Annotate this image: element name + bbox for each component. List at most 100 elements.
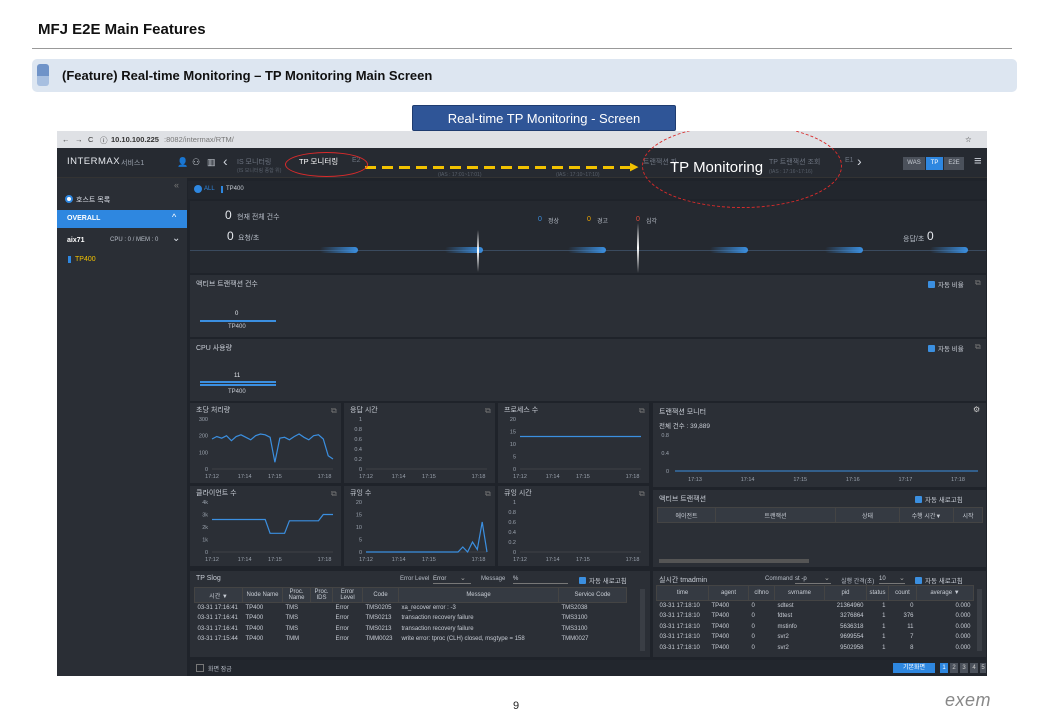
tp-server-item[interactable]: TP400: [75, 256, 96, 263]
col-header[interactable]: Service Code: [558, 587, 627, 603]
auto-refresh-checkbox[interactable]: 자동 새로고침: [579, 575, 627, 585]
default-screen-button[interactable]: 기본화면: [893, 663, 935, 673]
overall-item[interactable]: OVERALL ^: [57, 210, 187, 228]
plug-icon[interactable]: ⚇: [192, 157, 200, 168]
table-row[interactable]: 03-31 17:16:41 TP400 TMS Error TMS0213 transa…: [195, 624, 627, 635]
table-row[interactable]: 03-31 17:18:10 TP400 0 mstinfo 5636318 1 11 0.0…: [657, 622, 974, 633]
url-host[interactable]: 10.10.100.225: [111, 135, 159, 144]
nav-prev-icon[interactable]: ‹: [223, 153, 228, 169]
x-tick-label: 17:15: [576, 557, 590, 563]
table-row[interactable]: 03-31 17:15:44 TP400 TMM Error TMM0023 write …: [195, 634, 627, 645]
table-cell: 03-31 17:15:44: [197, 636, 238, 643]
col-header[interactable]: status: [866, 585, 889, 601]
forward-icon[interactable]: →: [75, 135, 83, 144]
table-cell: Error: [335, 636, 349, 643]
y-tick-label: 0.4: [508, 530, 516, 536]
table-cell: TP400: [245, 605, 264, 611]
warn-value: 0: [587, 216, 591, 223]
page-button[interactable]: 3: [960, 663, 968, 673]
col-header[interactable]: 수행 시간▼: [899, 507, 954, 523]
url-path[interactable]: :8082/intermax/RTM/: [164, 135, 234, 144]
page-button[interactable]: 5: [980, 663, 986, 673]
tmadmin-panel: 실시간 tmadmin Command st -p ⌄ 실행 간격(초) 10 …: [653, 571, 986, 657]
reload-icon[interactable]: C: [88, 135, 93, 144]
y-tick-label: 0.4: [354, 447, 362, 453]
col-header[interactable]: clhno: [748, 585, 775, 601]
auto-ratio-checkbox[interactable]: 자동 비율: [928, 343, 964, 353]
annotation-ellipse: [285, 152, 368, 177]
table-row[interactable]: 03-31 17:18:10 TP400 0 svr2 9502958 1 8 0.000: [657, 643, 974, 654]
page-button[interactable]: 1: [940, 663, 948, 673]
table-row[interactable]: 03-31 17:18:10 TP400 0 sdtest 21364960 1 0 0.00…: [657, 601, 974, 612]
host-list-label: 호스트 목록: [76, 197, 111, 204]
table-row[interactable]: 03-31 17:16:41 TP400 TMS Error TMS0213 transa…: [195, 613, 627, 624]
horizontal-scrollbar[interactable]: [659, 559, 809, 563]
col-header[interactable]: 시간 ▼: [194, 587, 243, 603]
col-header[interactable]: 시작: [953, 507, 983, 523]
table-cell: [311, 613, 333, 624]
dropdown-icon[interactable]: ⌄: [824, 574, 830, 582]
expand-icon[interactable]: ⧉: [975, 342, 981, 352]
tp-view-button[interactable]: TP: [926, 157, 943, 170]
col-header[interactable]: Code: [362, 587, 399, 603]
host-name[interactable]: aix71: [67, 237, 85, 244]
col-header[interactable]: Error Level: [332, 587, 363, 603]
col-header[interactable]: Proc. Name: [282, 587, 311, 603]
filter-tp[interactable]: TP400: [226, 186, 244, 192]
nav-item-e1[interactable]: E1: [845, 157, 854, 164]
flow-gate: [477, 230, 479, 272]
auto-refresh-checkbox[interactable]: 자동 새로고침: [915, 494, 963, 504]
page-button[interactable]: 2: [950, 663, 958, 673]
settings-icon[interactable]: ⚙: [973, 405, 980, 414]
expand-icon[interactable]: ⧉: [975, 278, 981, 288]
auto-refresh-checkbox[interactable]: 자동 새로고침: [915, 575, 963, 585]
col-header[interactable]: agent: [708, 585, 749, 601]
nav-item-is[interactable]: IS 모니터링: [237, 157, 271, 167]
filter-all[interactable]: ALL: [204, 186, 215, 192]
collapse-icon[interactable]: «: [174, 180, 179, 190]
radio-icon[interactable]: [65, 195, 73, 203]
table-row[interactable]: 03-31 17:18:10 TP400 0 svr2 9699554 1 7 0.000: [657, 632, 974, 643]
dropdown-icon[interactable]: ⌄: [899, 574, 905, 582]
col-header[interactable]: Node Name: [242, 587, 283, 603]
col-header[interactable]: average ▼: [916, 585, 974, 601]
e2e-view-button[interactable]: E2E: [944, 157, 964, 170]
col-header[interactable]: 에이전트: [657, 507, 716, 523]
chevron-up-icon[interactable]: ^: [172, 212, 176, 222]
vertical-scrollbar[interactable]: [640, 589, 645, 651]
dropdown-icon[interactable]: ⌄: [460, 574, 466, 582]
nav-next-icon[interactable]: ›: [857, 153, 862, 169]
table-row[interactable]: 03-31 17:16:41 TP400 TMS Error TMS0205 xa_rec…: [195, 603, 627, 614]
y-tick-label: 100: [199, 450, 208, 456]
col-header[interactable]: time: [656, 585, 709, 601]
lock-checkbox[interactable]: [196, 664, 204, 672]
chart-title: 큐잉 시간: [504, 488, 532, 497]
vertical-scrollbar[interactable]: [977, 589, 982, 651]
table-row[interactable]: 03-31 17:18:10 TP400 0 fdtest 3276864 1 376 0.0…: [657, 611, 974, 622]
service-name[interactable]: 서비스1: [121, 158, 144, 168]
back-icon[interactable]: ←: [62, 135, 70, 144]
col-header[interactable]: Message: [398, 587, 559, 603]
bookmark-star-icon[interactable]: ☆: [965, 135, 972, 144]
chevron-down-icon[interactable]: ⌄: [172, 233, 180, 244]
was-view-button[interactable]: WAS: [903, 157, 925, 170]
y-tick-label: 200: [199, 434, 208, 440]
page-button[interactable]: 4: [970, 663, 978, 673]
auto-ratio-checkbox[interactable]: 자동 비율: [928, 279, 964, 289]
y-tick-label: 0.2: [508, 540, 516, 546]
y-tick-label: 5: [513, 455, 516, 461]
flow-particle: [568, 247, 606, 253]
menu-icon[interactable]: ≡: [974, 153, 982, 168]
col-header[interactable]: pid: [824, 585, 867, 601]
all-check-icon[interactable]: [194, 185, 202, 193]
user-icon[interactable]: 👤: [177, 157, 188, 168]
col-header[interactable]: Proc. IDS: [310, 587, 333, 603]
col-header[interactable]: count: [888, 585, 917, 601]
col-header[interactable]: 트랜잭션: [715, 507, 836, 523]
col-header[interactable]: 상태: [835, 507, 900, 523]
col-header[interactable]: svrname: [774, 585, 825, 601]
message-input[interactable]: %: [513, 574, 568, 584]
slide-title: MFJ E2E Main Features: [38, 21, 206, 38]
auto-refresh-label: 자동 새로고침: [925, 497, 963, 504]
book-icon[interactable]: ▥: [207, 157, 216, 168]
